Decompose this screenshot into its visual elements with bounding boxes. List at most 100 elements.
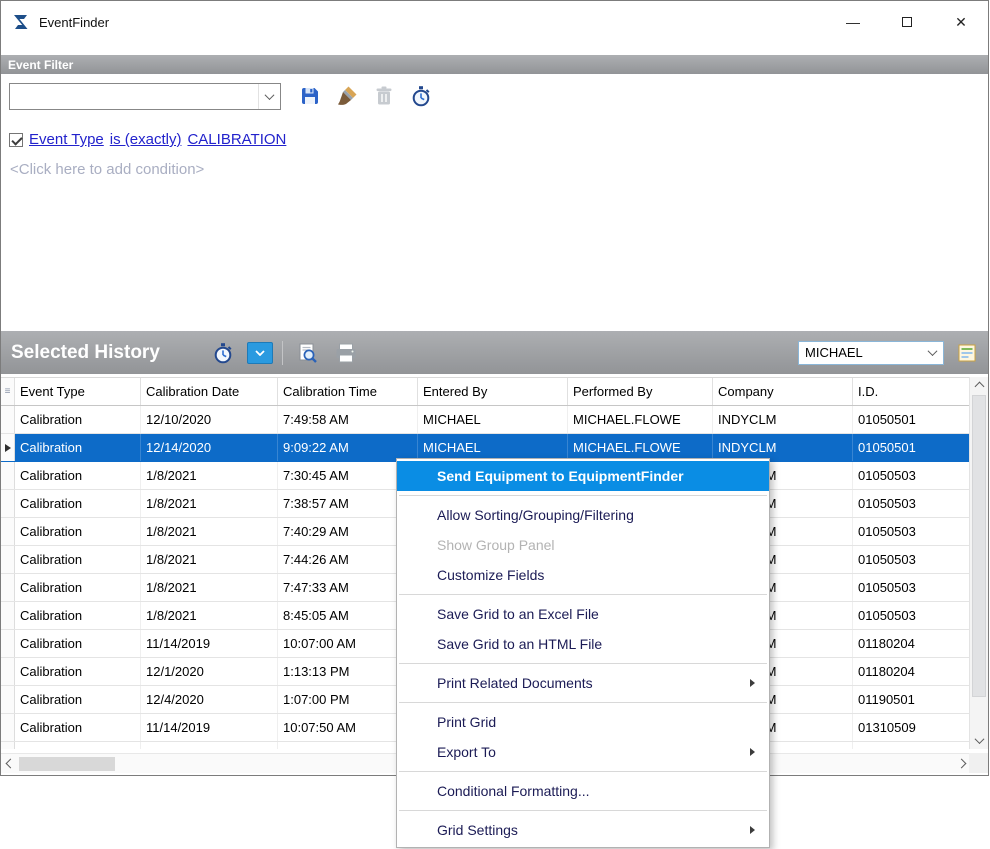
cell-id[interactable]: 01050503 xyxy=(853,490,970,517)
cell-id[interactable]: 01310510 xyxy=(853,742,970,749)
condition-checkbox[interactable] xyxy=(9,133,23,147)
cell-event_type[interactable]: Calibration xyxy=(15,546,141,573)
print-preview-button[interactable] xyxy=(292,339,322,367)
cell-event_type[interactable]: Calibration xyxy=(15,742,141,749)
saved-filter-input[interactable] xyxy=(10,84,258,109)
cell-company[interactable]: INDYCLM xyxy=(713,406,853,433)
cell-date[interactable]: 11/23/2020 xyxy=(141,742,278,749)
cell-id[interactable]: 01180204 xyxy=(853,658,970,685)
cell-id[interactable]: 01050503 xyxy=(853,518,970,545)
cell-id[interactable]: 01050503 xyxy=(853,602,970,629)
column-header[interactable]: Event Type xyxy=(15,378,141,405)
cell-event_type[interactable]: Calibration xyxy=(15,602,141,629)
chevron-down-icon xyxy=(255,350,265,356)
save-filter-button[interactable] xyxy=(295,82,325,110)
cell-event_type[interactable]: Calibration xyxy=(15,714,141,741)
cell-event_type[interactable]: Calibration xyxy=(15,574,141,601)
selected-history-header: Selected History xyxy=(1,331,988,374)
menu-item[interactable]: Conditional Formatting... xyxy=(397,776,769,806)
vertical-scrollbar-thumb[interactable] xyxy=(972,395,986,697)
menu-item[interactable]: Grid Settings xyxy=(397,815,769,845)
menu-item[interactable]: Customize Fields xyxy=(397,560,769,590)
column-header[interactable]: Calibration Time xyxy=(278,378,418,405)
cell-date[interactable]: 1/8/2021 xyxy=(141,462,278,489)
cell-date[interactable]: 11/14/2019 xyxy=(141,630,278,657)
cell-id[interactable]: 01050503 xyxy=(853,546,970,573)
cell-company[interactable]: INDYCLM xyxy=(713,434,853,461)
delete-filter-button[interactable] xyxy=(369,82,399,110)
cell-date[interactable]: 1/8/2021 xyxy=(141,546,278,573)
scroll-down-button[interactable] xyxy=(970,731,988,749)
cell-date[interactable]: 1/8/2021 xyxy=(141,518,278,545)
cell-performed_by[interactable]: MICHAEL.FLOWE xyxy=(568,406,713,433)
table-row[interactable]: Calibration12/10/20207:49:58 AMMICHAELMI… xyxy=(1,406,970,434)
print-button[interactable] xyxy=(331,339,361,367)
print-preview-icon xyxy=(296,342,318,364)
condition-operator-link[interactable]: is (exactly) xyxy=(110,131,182,148)
cell-id[interactable]: 01050503 xyxy=(853,462,970,489)
saved-filter-combo[interactable] xyxy=(9,83,281,110)
cell-event_type[interactable]: Calibration xyxy=(15,686,141,713)
cell-date[interactable]: 11/14/2019 xyxy=(141,714,278,741)
cell-time[interactable]: 9:09:22 AM xyxy=(278,434,418,461)
horizontal-scrollbar-thumb[interactable] xyxy=(19,757,115,771)
maximize-icon xyxy=(902,17,912,27)
cell-entered_by[interactable]: MICHAEL xyxy=(418,406,568,433)
cell-event_type[interactable]: Calibration xyxy=(15,490,141,517)
vertical-scrollbar[interactable] xyxy=(969,377,988,749)
history-run-button[interactable] xyxy=(208,339,238,367)
column-header[interactable]: I.D. xyxy=(853,378,970,405)
cell-id[interactable]: 01190501 xyxy=(853,686,970,713)
maximize-button[interactable] xyxy=(880,1,934,43)
cell-date[interactable]: 1/8/2021 xyxy=(141,602,278,629)
menu-item[interactable]: Print Grid xyxy=(397,707,769,737)
scroll-left-button[interactable] xyxy=(1,754,19,773)
column-header[interactable]: Calibration Date xyxy=(141,378,278,405)
scroll-up-button[interactable] xyxy=(970,377,988,395)
condition-value-link[interactable]: CALIBRATION xyxy=(187,131,286,148)
minimize-button[interactable]: — xyxy=(826,1,880,43)
menu-item[interactable]: Print Related Documents xyxy=(397,668,769,698)
menu-item[interactable]: Save Grid to an HTML File xyxy=(397,629,769,659)
menu-item[interactable]: Export To xyxy=(397,737,769,767)
cell-date[interactable]: 12/10/2020 xyxy=(141,406,278,433)
cell-id[interactable]: 01310509 xyxy=(853,714,970,741)
menu-item[interactable]: Save Grid to an Excel File xyxy=(397,599,769,629)
cell-date[interactable]: 1/8/2021 xyxy=(141,490,278,517)
cell-event_type[interactable]: Calibration xyxy=(15,518,141,545)
cell-event_type[interactable]: Calibration xyxy=(15,630,141,657)
cell-id[interactable]: 01180204 xyxy=(853,630,970,657)
cell-id[interactable]: 01050503 xyxy=(853,574,970,601)
selected-history-title: Selected History xyxy=(11,342,160,364)
printer-icon xyxy=(334,342,358,364)
edit-user-list-button[interactable] xyxy=(952,339,982,367)
clear-filter-button[interactable] xyxy=(332,82,362,110)
column-header[interactable]: Company xyxy=(713,378,853,405)
user-combo-arrow[interactable] xyxy=(921,342,943,364)
close-button[interactable]: ✕ xyxy=(934,1,988,43)
scroll-right-button[interactable] xyxy=(952,754,970,773)
cell-event_type[interactable]: Calibration xyxy=(15,406,141,433)
condition-field-link[interactable]: Event Type xyxy=(29,131,104,148)
run-filter-button[interactable] xyxy=(406,82,436,110)
column-header[interactable]: Entered By xyxy=(418,378,568,405)
cell-date[interactable]: 1/8/2021 xyxy=(141,574,278,601)
cell-entered_by[interactable]: MICHAEL xyxy=(418,434,568,461)
history-dropdown-button[interactable] xyxy=(247,342,273,364)
menu-item[interactable]: Allow Sorting/Grouping/Filtering xyxy=(397,500,769,530)
cell-event_type[interactable]: Calibration xyxy=(15,658,141,685)
cell-date[interactable]: 12/4/2020 xyxy=(141,686,278,713)
saved-filter-combo-arrow[interactable] xyxy=(258,84,280,109)
menu-item[interactable]: Send Equipment to EquipmentFinder xyxy=(397,461,769,491)
add-condition-link[interactable]: <Click here to add condition> xyxy=(10,161,988,178)
cell-date[interactable]: 12/1/2020 xyxy=(141,658,278,685)
cell-event_type[interactable]: Calibration xyxy=(15,434,141,461)
cell-id[interactable]: 01050501 xyxy=(853,406,970,433)
cell-time[interactable]: 7:49:58 AM xyxy=(278,406,418,433)
cell-id[interactable]: 01050501 xyxy=(853,434,970,461)
column-header[interactable]: Performed By xyxy=(568,378,713,405)
user-filter-combo[interactable]: MICHAEL xyxy=(798,341,944,365)
cell-performed_by[interactable]: MICHAEL.FLOWE xyxy=(568,434,713,461)
cell-event_type[interactable]: Calibration xyxy=(15,462,141,489)
cell-date[interactable]: 12/14/2020 xyxy=(141,434,278,461)
